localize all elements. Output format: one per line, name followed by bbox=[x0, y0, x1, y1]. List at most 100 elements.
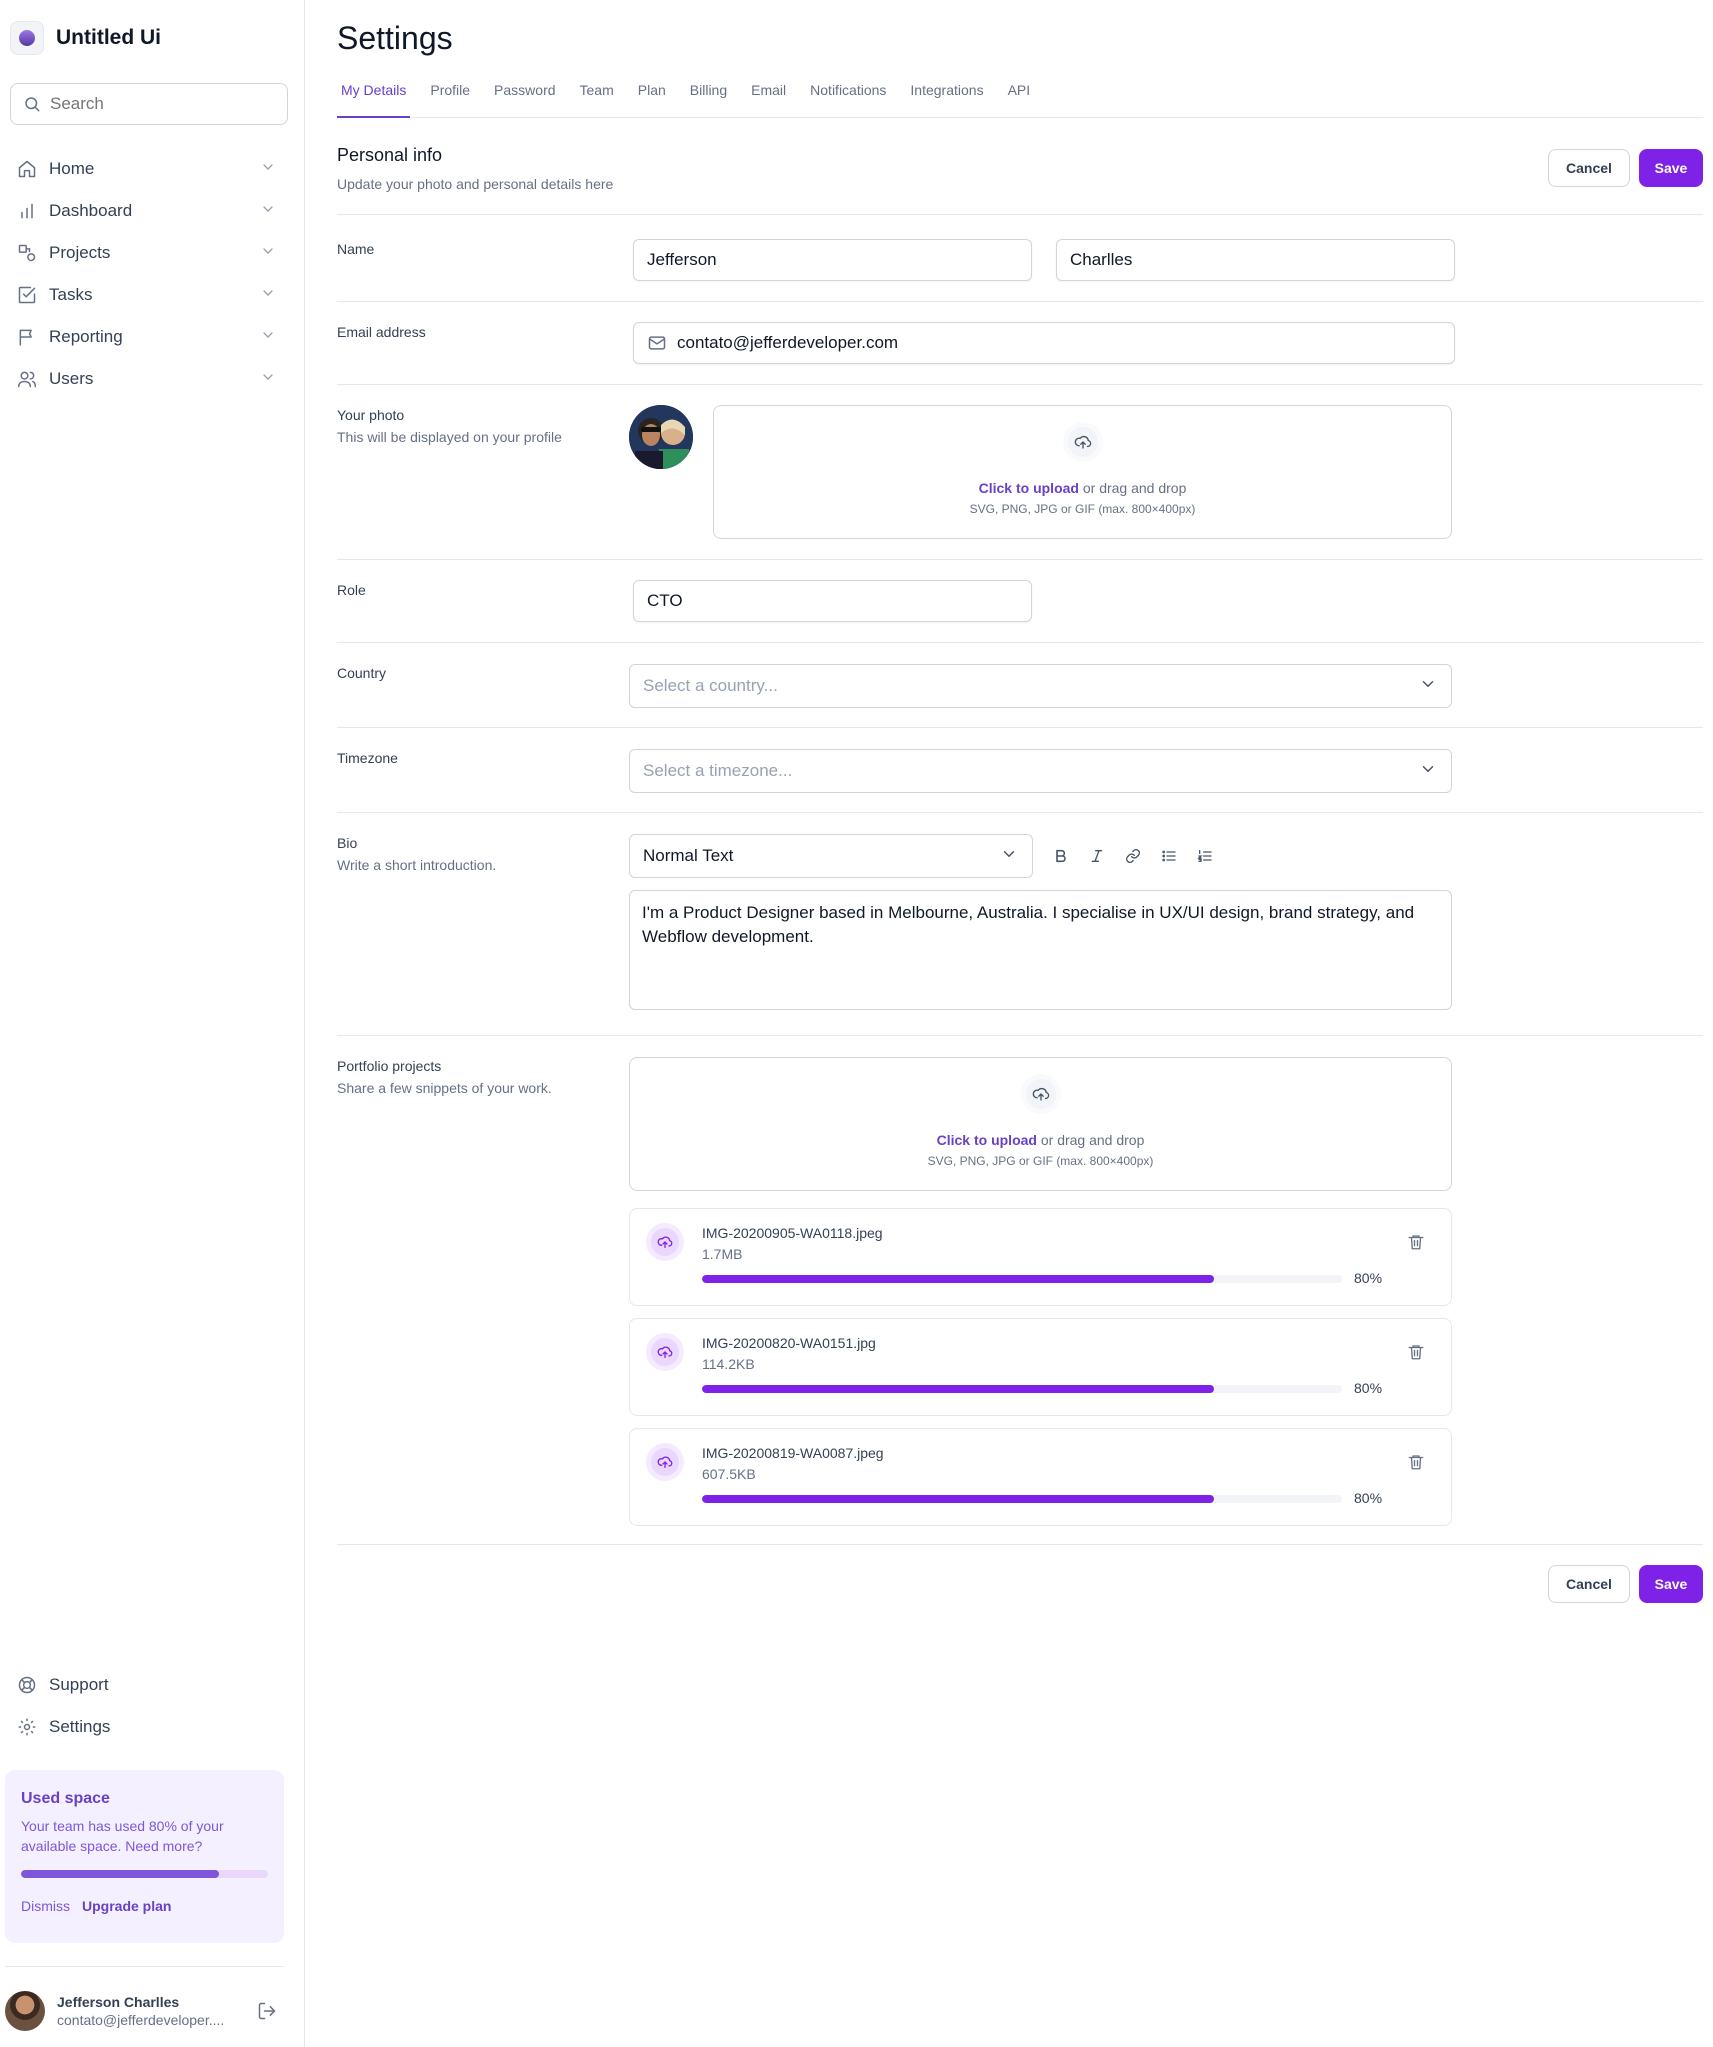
chevron-down-icon[interactable] bbox=[260, 285, 276, 306]
sidebar-item-dashboard[interactable]: Dashboard bbox=[10, 190, 288, 232]
footer-cancel-button[interactable]: Cancel bbox=[1548, 1565, 1630, 1603]
bullet-list-icon[interactable] bbox=[1155, 842, 1183, 870]
file-name: IMG-20200819-WA0087.jpeg bbox=[702, 1445, 884, 1461]
cancel-button[interactable]: Cancel bbox=[1548, 149, 1630, 187]
sidebar-item-support[interactable]: Support bbox=[10, 1664, 288, 1706]
timezone-select-value: Select a timezone... bbox=[643, 761, 793, 780]
file-progress-percent: 80% bbox=[1354, 1380, 1383, 1396]
search-icon bbox=[25, 97, 40, 112]
upload-cloud-icon bbox=[646, 1333, 684, 1371]
tab-email[interactable]: Email bbox=[747, 78, 790, 118]
logout-icon[interactable] bbox=[256, 2000, 278, 2022]
chevron-down-icon[interactable] bbox=[260, 327, 276, 348]
upgrade-plan-link[interactable]: Upgrade plan bbox=[82, 1898, 171, 1914]
sidebar-item-tasks[interactable]: Tasks bbox=[10, 274, 288, 316]
tab-password[interactable]: Password bbox=[490, 78, 559, 118]
upload-formats: SVG, PNG, JPG or GIF (max. 800×400px) bbox=[969, 502, 1196, 516]
first-name-input[interactable] bbox=[647, 250, 1031, 270]
sidebar-item-reporting[interactable]: Reporting bbox=[10, 316, 288, 358]
upload-instruction: or drag and drop bbox=[1078, 480, 1187, 496]
country-row: Country Select a country... bbox=[337, 642, 1703, 727]
text-format-value: Normal Text bbox=[643, 846, 734, 865]
name-row: Name bbox=[337, 214, 1703, 302]
bio-row: Bio Write a short introduction. Normal T… bbox=[337, 812, 1703, 1036]
file-progress bbox=[702, 1385, 1342, 1393]
tab-team[interactable]: Team bbox=[576, 78, 618, 118]
search-input[interactable] bbox=[50, 94, 250, 114]
search-box[interactable] bbox=[10, 83, 288, 125]
check-square-icon bbox=[17, 285, 37, 305]
portfolio-dropzone[interactable]: Click to upload or drag and drop SVG, PN… bbox=[629, 1057, 1452, 1191]
role-row: Role bbox=[337, 559, 1703, 643]
used-space-progress bbox=[21, 1870, 268, 1878]
section-subtitle: Update your photo and personal details h… bbox=[337, 176, 614, 192]
sidebar-item-projects[interactable]: Projects bbox=[10, 232, 288, 274]
first-name-field[interactable] bbox=[633, 239, 1032, 281]
chevron-down-icon[interactable] bbox=[260, 369, 276, 390]
brand[interactable]: Untitled Ui bbox=[10, 21, 161, 55]
sidebar-item-settings[interactable]: Settings bbox=[10, 1706, 288, 1748]
used-space-text: Your team has used 80% of your available… bbox=[21, 1818, 224, 1854]
bio-textarea[interactable]: I'm a Product Designer based in Melbourn… bbox=[629, 890, 1452, 1010]
dismiss-link[interactable]: Dismiss bbox=[21, 1898, 70, 1914]
trash-icon[interactable] bbox=[1405, 1231, 1427, 1253]
numbered-list-icon[interactable] bbox=[1191, 842, 1219, 870]
trash-icon[interactable] bbox=[1405, 1341, 1427, 1363]
field-label: Bio bbox=[337, 835, 358, 851]
country-select[interactable]: Select a country... bbox=[629, 664, 1452, 708]
upload-cloud-icon bbox=[1020, 1074, 1061, 1114]
field-label: Name bbox=[337, 241, 375, 257]
italic-icon[interactable] bbox=[1083, 842, 1111, 870]
trash-icon[interactable] bbox=[1405, 1451, 1427, 1473]
click-to-upload-link[interactable]: Click to upload bbox=[979, 480, 1079, 496]
tab-notifications[interactable]: Notifications bbox=[806, 78, 890, 118]
field-label: Role bbox=[337, 582, 366, 598]
tab-billing[interactable]: Billing bbox=[686, 78, 731, 118]
save-button[interactable]: Save bbox=[1639, 149, 1703, 187]
role-field[interactable] bbox=[633, 580, 1032, 622]
bold-icon[interactable] bbox=[1047, 842, 1075, 870]
click-to-upload-link[interactable]: Click to upload bbox=[937, 1132, 1037, 1148]
sidebar-bottom-nav: Support Settings bbox=[10, 1664, 288, 1748]
link-icon[interactable] bbox=[1119, 842, 1147, 870]
role-input[interactable] bbox=[647, 591, 1031, 611]
file-item: IMG-20200820-WA0151.jpg 114.2KB 80% bbox=[629, 1318, 1452, 1416]
footer-divider bbox=[337, 1544, 1703, 1545]
footer-save-button[interactable]: Save bbox=[1639, 1565, 1703, 1603]
email-field[interactable] bbox=[633, 322, 1455, 364]
used-space-progress-fill bbox=[21, 1870, 219, 1878]
flag-icon bbox=[17, 327, 37, 347]
tab-integrations[interactable]: Integrations bbox=[906, 78, 987, 118]
timezone-select[interactable]: Select a timezone... bbox=[629, 749, 1452, 793]
chevron-down-icon[interactable] bbox=[260, 201, 276, 222]
user-profile: Jefferson Charlles contato@jefferdevelop… bbox=[5, 1991, 284, 2031]
tab-api[interactable]: API bbox=[1004, 78, 1035, 118]
timezone-row: Timezone Select a timezone... bbox=[337, 727, 1703, 812]
text-format-select[interactable]: Normal Text bbox=[629, 834, 1033, 878]
tab-my-details[interactable]: My Details bbox=[337, 78, 411, 118]
email-input[interactable] bbox=[677, 333, 1454, 353]
chevron-down-icon[interactable] bbox=[260, 243, 276, 264]
sidebar-item-home[interactable]: Home bbox=[10, 148, 288, 190]
last-name-input[interactable] bbox=[1070, 250, 1454, 270]
settings-tabs: My Details Profile Password Team Plan Bi… bbox=[337, 78, 1703, 118]
file-item: IMG-20200819-WA0087.jpeg 607.5KB 80% bbox=[629, 1428, 1452, 1526]
field-label: Portfolio projects bbox=[337, 1058, 442, 1074]
used-space-title: Used space bbox=[21, 1790, 110, 1807]
users-icon bbox=[17, 369, 37, 389]
personal-info-header: Personal info Update your photo and pers… bbox=[337, 145, 1703, 192]
chevron-down-icon[interactable] bbox=[260, 159, 276, 180]
avatar[interactable] bbox=[5, 1991, 45, 2031]
tab-plan[interactable]: Plan bbox=[634, 78, 670, 118]
file-progress bbox=[702, 1495, 1342, 1503]
profile-photo bbox=[629, 405, 693, 469]
sidebar-item-label: Users bbox=[49, 369, 94, 388]
last-name-field[interactable] bbox=[1056, 239, 1455, 281]
tab-profile[interactable]: Profile bbox=[426, 78, 474, 118]
upload-cloud-icon bbox=[646, 1223, 684, 1261]
bar-chart-icon bbox=[17, 201, 37, 221]
divider bbox=[5, 1966, 284, 1967]
sidebar-item-users[interactable]: Users bbox=[10, 358, 288, 400]
logo-icon bbox=[10, 21, 44, 55]
photo-dropzone[interactable]: Click to upload or drag and drop SVG, PN… bbox=[713, 405, 1452, 539]
